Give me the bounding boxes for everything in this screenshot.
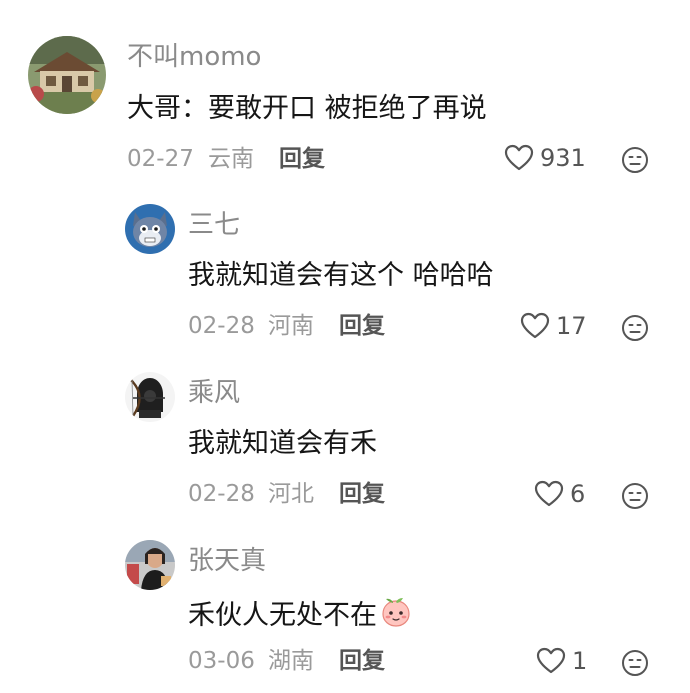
heart-outline-icon xyxy=(536,647,566,674)
person-photo-avatar xyxy=(125,540,175,590)
reply-button[interactable]: 回复 xyxy=(339,315,385,338)
avatar[interactable] xyxy=(28,36,106,114)
username[interactable]: 三七 xyxy=(188,212,240,238)
dislike-button[interactable] xyxy=(621,146,649,178)
comment-item: 三七 我就知道会有这个 哈哈哈 02-28 河南 回复 17 xyxy=(0,190,690,360)
house-photo-avatar xyxy=(28,36,106,114)
comment-text: 我就知道会有禾 xyxy=(188,428,377,459)
comment-location: 河北 xyxy=(268,481,314,507)
like-button[interactable]: 17 xyxy=(520,312,587,340)
like-count: 1 xyxy=(572,647,588,675)
avatar[interactable] xyxy=(125,372,175,422)
comment-item: 乘风 我就知道会有禾 02-28 河北 回复 6 xyxy=(0,360,690,528)
neutral-face-icon xyxy=(622,650,648,676)
peach-face-emoji xyxy=(379,596,413,633)
comment-item: 不叫momo 大哥：要敢开口 被拒绝了再说 02-27 云南 回复 931 xyxy=(0,0,690,190)
comment-date: 02-28 xyxy=(188,313,255,339)
comment-date: 02-27 xyxy=(127,146,194,172)
dislike-button[interactable] xyxy=(621,649,649,681)
comment-location: 云南 xyxy=(208,146,254,172)
comment-text: 大哥：要敢开口 被拒绝了再说 xyxy=(127,93,487,124)
peach-face-icon xyxy=(382,598,410,627)
avatar[interactable] xyxy=(125,204,175,254)
username[interactable]: 乘风 xyxy=(188,380,240,406)
username[interactable]: 不叫momo xyxy=(127,44,261,70)
like-count: 931 xyxy=(540,144,586,172)
tom-cat-avatar xyxy=(125,204,175,254)
comment-text: 禾伙人无处不在 xyxy=(188,596,413,633)
username[interactable]: 张天真 xyxy=(188,548,266,574)
like-button[interactable]: 6 xyxy=(534,480,585,508)
like-count: 17 xyxy=(556,312,587,340)
avatar[interactable] xyxy=(125,540,175,590)
like-button[interactable]: 931 xyxy=(504,144,586,172)
comment-text-content: 禾伙人无处不在 xyxy=(188,600,377,631)
heart-outline-icon xyxy=(520,312,550,339)
dislike-button[interactable] xyxy=(621,314,649,346)
neutral-face-icon xyxy=(622,147,648,173)
like-count: 6 xyxy=(570,480,586,508)
comment-date: 02-28 xyxy=(188,481,255,507)
like-button[interactable]: 1 xyxy=(536,647,587,675)
hooded-archer-avatar xyxy=(125,372,175,422)
comment-location: 湖南 xyxy=(268,648,314,674)
reply-button[interactable]: 回复 xyxy=(339,483,385,506)
dislike-button[interactable] xyxy=(621,482,649,514)
comment-date: 03-06 xyxy=(188,648,255,674)
comment-location: 河南 xyxy=(268,313,314,339)
neutral-face-icon xyxy=(622,315,648,341)
comment-text: 我就知道会有这个 哈哈哈 xyxy=(188,260,494,291)
reply-button[interactable]: 回复 xyxy=(279,148,325,171)
reply-button[interactable]: 回复 xyxy=(339,650,385,673)
comment-item: 张天真 禾伙人无处不在 03-06 湖南 回复 1 xyxy=(0,528,690,693)
neutral-face-icon xyxy=(622,483,648,509)
heart-outline-icon xyxy=(504,144,534,171)
heart-outline-icon xyxy=(534,480,564,507)
